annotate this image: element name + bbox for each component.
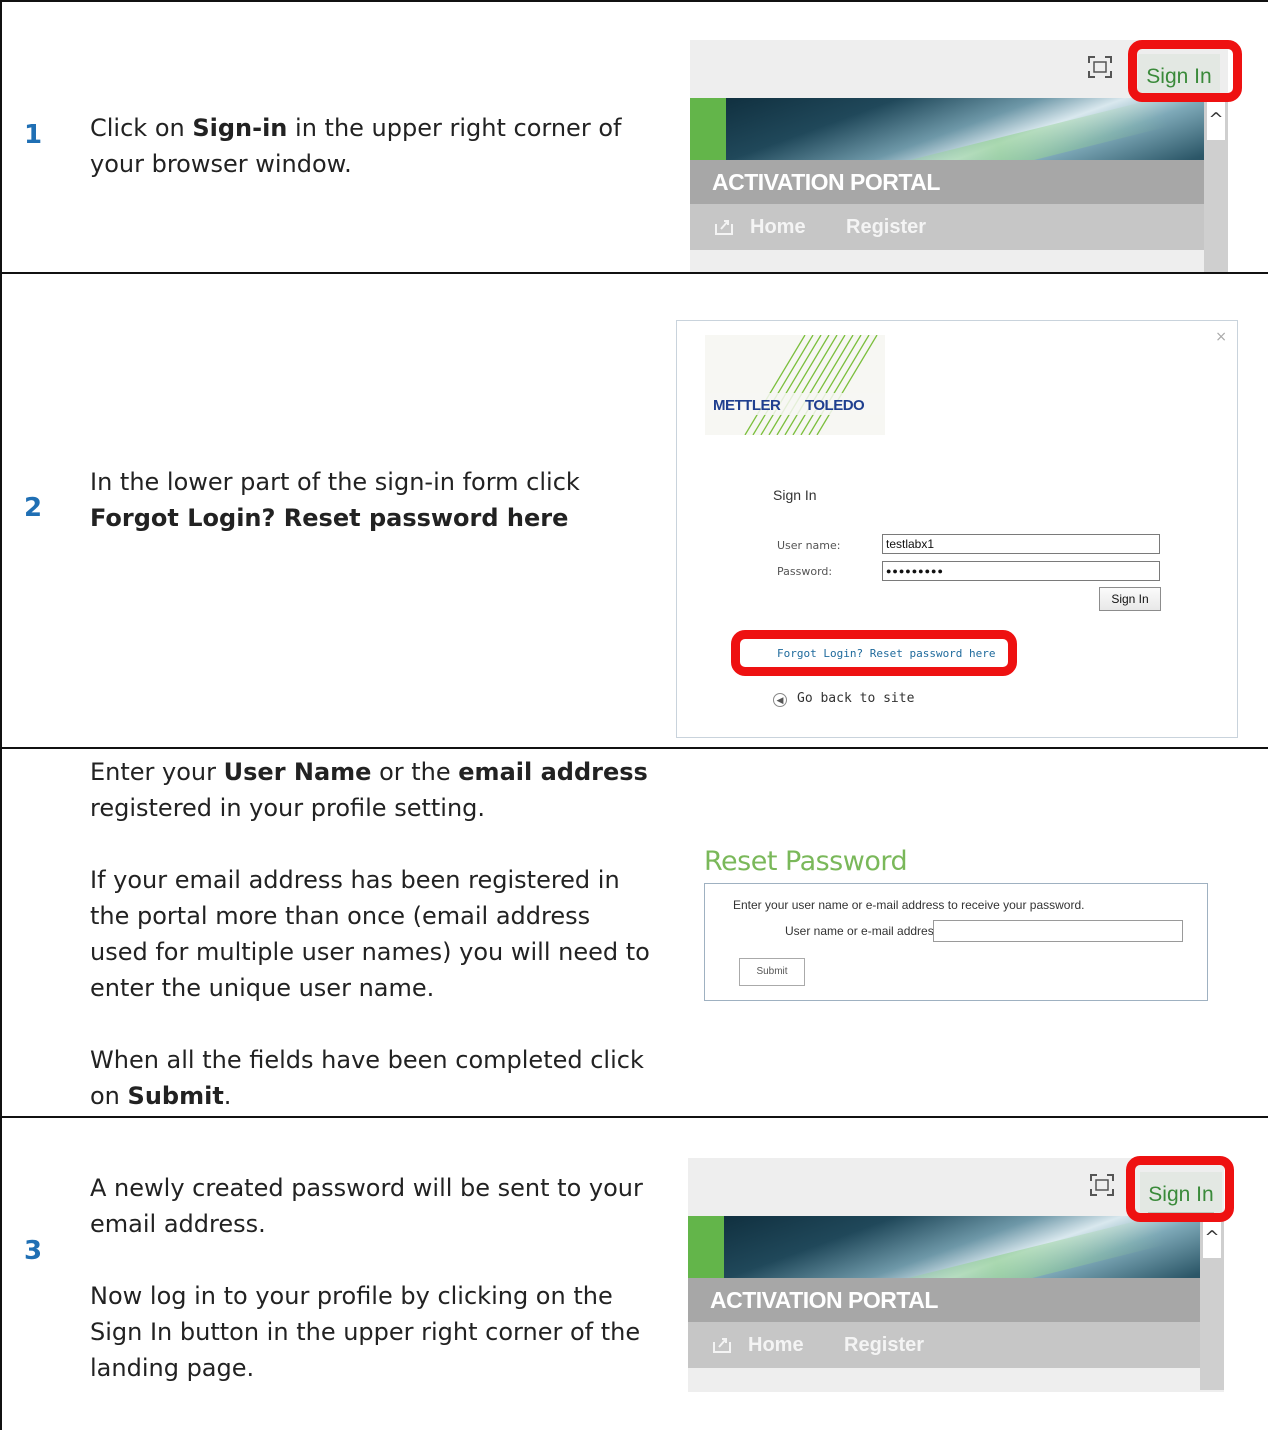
reset-instruction: Enter your user name or e-mail address t… <box>733 898 1085 912</box>
highlight-box <box>731 630 1017 676</box>
username-field[interactable]: testlabx1 <box>882 534 1160 554</box>
portal-navbar: Home Register <box>688 1322 1200 1368</box>
nav-register[interactable]: Register <box>846 216 926 239</box>
scrollbar[interactable]: ^ <box>1200 1216 1224 1390</box>
sign-in-submit-button[interactable]: Sign In <box>1099 587 1161 611</box>
logo-stripes-icon <box>705 335 885 435</box>
reset-password-form: Enter your user name or e-mail address t… <box>704 883 1208 1001</box>
scrollbar[interactable]: ^ <box>1204 98 1228 272</box>
row-divider <box>0 747 1268 749</box>
logo-text-toledo: TOLEDO <box>805 397 865 414</box>
step-1-instruction: Click on Sign-in in the upper right corn… <box>90 114 622 178</box>
home-share-icon[interactable] <box>714 216 734 236</box>
go-back-link[interactable]: Go back to site <box>797 691 914 706</box>
step-number: 2 <box>24 493 43 523</box>
step-3-instruction: A newly created password will be sent to… <box>90 1174 643 1382</box>
scroll-up-arrow-icon[interactable]: ^ <box>1203 1218 1221 1258</box>
portal-title: ACTIVATION PORTAL <box>690 160 1204 204</box>
close-icon[interactable]: × <box>1215 329 1227 345</box>
nav-home[interactable]: Home <box>750 216 806 239</box>
fullscreen-icon[interactable] <box>1086 54 1114 80</box>
reset-instructions: Enter your User Name or the email addres… <box>90 758 650 1110</box>
username-label: User name: <box>777 539 841 552</box>
sign-in-heading: Sign In <box>773 487 817 503</box>
nav-register[interactable]: Register <box>844 1334 924 1357</box>
highlight-box <box>1128 40 1242 102</box>
home-share-icon[interactable] <box>712 1334 732 1354</box>
reset-password-title: Reset Password <box>704 846 908 877</box>
password-field[interactable]: ●●●●●●●●● <box>882 561 1160 581</box>
step-2-instruction: In the lower part of the sign-in form cl… <box>90 468 580 532</box>
username-email-label: User name or e-mail address: <box>785 924 944 938</box>
step-number: 3 <box>24 1236 43 1266</box>
back-arrow-icon[interactable]: ◀ <box>773 693 787 707</box>
row-divider <box>0 1116 1268 1118</box>
step-number: 1 <box>24 120 43 150</box>
portal-navbar: Home Register <box>690 204 1204 250</box>
highlight-box <box>1126 1156 1234 1222</box>
nav-home[interactable]: Home <box>748 1334 804 1357</box>
table-top-border <box>0 0 1268 2</box>
username-email-input[interactable] <box>933 920 1183 942</box>
table-left-border <box>0 0 2 1430</box>
scroll-up-arrow-icon[interactable]: ^ <box>1207 100 1225 140</box>
submit-button[interactable]: Submit <box>739 958 805 986</box>
mettler-toledo-logo: METTLER TOLEDO <box>705 335 885 435</box>
password-label: Password: <box>777 565 833 578</box>
logo-text-mettler: METTLER <box>713 397 781 414</box>
fullscreen-icon[interactable] <box>1088 1172 1116 1198</box>
portal-title: ACTIVATION PORTAL <box>688 1278 1200 1322</box>
row-divider <box>0 272 1268 274</box>
